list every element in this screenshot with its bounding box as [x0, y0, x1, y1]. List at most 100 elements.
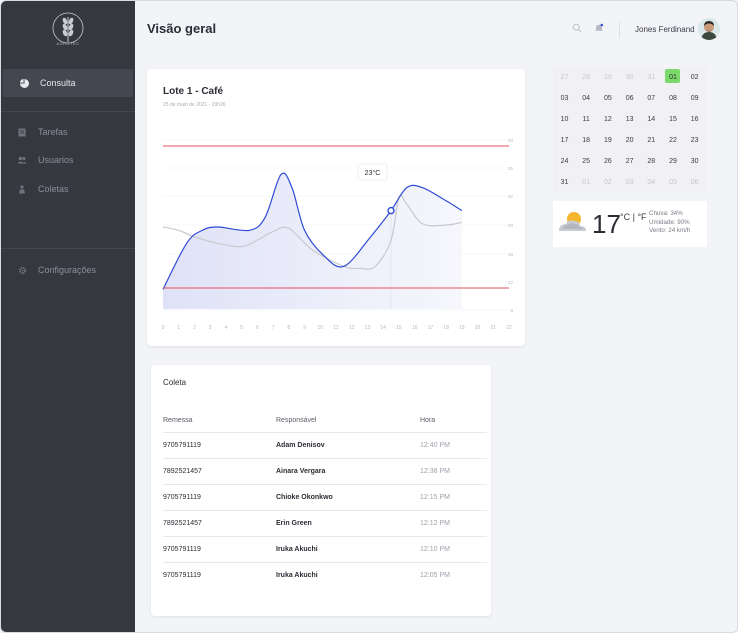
calendar-day[interactable]: 28	[576, 67, 597, 87]
x-tick-label: 10	[317, 325, 323, 331]
sidebar-item-tarefas[interactable]: Tarefas	[1, 118, 135, 146]
x-tick-label: 17	[428, 325, 434, 331]
calendar-day[interactable]: 30	[684, 151, 705, 171]
calendar-day[interactable]: 17	[554, 130, 575, 150]
column-header-hora[interactable]: Hora	[420, 417, 435, 424]
calendar-day[interactable]: 01	[576, 172, 597, 192]
cell-responsavel: Erin Green	[276, 520, 312, 527]
sidebar-item-configuracoes[interactable]: Configurações	[1, 256, 135, 284]
weather-details: Chuva: 34% Umidade: 90% Vento: 24 km/h	[649, 210, 690, 236]
calendar-day[interactable]: 27	[619, 151, 640, 171]
x-tick-label: 8	[287, 325, 290, 331]
calendar-day[interactable]: 27	[554, 67, 575, 87]
calendar-day[interactable]: 04	[641, 172, 662, 192]
y-tick-label: 16	[508, 252, 514, 257]
calendar-day[interactable]: 12	[597, 109, 618, 129]
sidebar-divider	[1, 248, 135, 249]
x-tick-label: 4	[225, 325, 228, 331]
calendar-day[interactable]: 09	[684, 88, 705, 108]
partly-cloudy-icon	[559, 212, 586, 231]
calendar-day[interactable]: 11	[576, 109, 597, 129]
calendar-day[interactable]: 18	[576, 130, 597, 150]
x-tick-label: 11	[333, 325, 338, 331]
y-tick-label: 12	[508, 280, 514, 285]
sidebar-item-label: Consulta	[40, 78, 76, 88]
column-header-remessa[interactable]: Remessa	[163, 417, 193, 424]
x-tick-label: 18	[443, 325, 449, 331]
table-row[interactable]: 9705791119 Chioke Okonkwo 12:15 PM	[163, 484, 487, 510]
calendar-day[interactable]: 05	[597, 88, 618, 108]
weather-temperature: 17	[592, 209, 621, 239]
weather-unit-toggle[interactable]: °C | °F	[620, 212, 647, 222]
cell-hora: 12:05 PM	[420, 572, 450, 579]
cell-remessa: 7892521457	[163, 520, 202, 527]
header-divider	[619, 21, 620, 38]
sidebar-item-usuarios[interactable]: Usuarios	[1, 146, 135, 174]
y-tick-label: 22	[508, 194, 514, 199]
calendar-day[interactable]: 23	[684, 130, 705, 150]
sidebar-item-label: Coletas	[38, 184, 69, 194]
x-tick-label: 12	[349, 325, 355, 331]
column-header-responsavel[interactable]: Responsável	[276, 417, 316, 424]
calendar-day[interactable]: 04	[576, 88, 597, 108]
calendar-day[interactable]: 24	[554, 151, 575, 171]
calendar-day[interactable]: 06	[619, 88, 640, 108]
page-title: Visão geral	[147, 21, 217, 36]
table-row[interactable]: 7892521457 Ainara Vergara 12:38 PM	[163, 458, 487, 484]
calendar-day[interactable]: 02	[597, 172, 618, 192]
sidebar-item-label: Usuarios	[38, 155, 74, 165]
calendar: 27 28 29 30 31 01 02 03 04 05 06 07 08 09 10 11 12 13 14 15…	[553, 67, 707, 192]
calendar-day[interactable]: 15	[663, 109, 684, 129]
calendar-day[interactable]: 21	[641, 130, 662, 150]
temperature-chart[interactable]: 33252220161280 1 2 3 4 5 6 7 8 9 10 11 12 13 14 15 16 17 1…	[147, 69, 525, 346]
calendar-day[interactable]: 07	[641, 88, 662, 108]
search-icon[interactable]	[572, 23, 582, 33]
table-row[interactable]: 9705791119 Iruka Akuchi 12:05 PM	[163, 562, 487, 588]
calendar-day[interactable]: 31	[554, 172, 575, 192]
calendar-day[interactable]: 19	[597, 130, 618, 150]
calendar-day[interactable]: 16	[684, 109, 705, 129]
calendar-day[interactable]: 05	[663, 172, 684, 192]
logo-text: AGROTEC	[56, 41, 80, 46]
calendar-day[interactable]: 25	[576, 151, 597, 171]
cell-remessa: 9705791119	[163, 494, 201, 501]
calendar-day[interactable]: 30	[619, 67, 640, 87]
weather-widget: 17 °C | °F Chuva: 34% Umidade: 90% Vento…	[553, 201, 707, 247]
user-name[interactable]: Jones Ferdinand	[635, 25, 695, 34]
calendar-day[interactable]: 10	[554, 109, 575, 129]
x-tick-label: 14	[380, 325, 386, 331]
y-tick-label: 33	[508, 138, 514, 143]
x-tick-label: 3	[209, 325, 212, 331]
table-row[interactable]: 9705791119 Iruka Akuchi 12:10 PM	[163, 536, 487, 562]
calendar-day[interactable]: 20	[619, 130, 640, 150]
calendar-day[interactable]: 28	[641, 151, 662, 171]
table-row[interactable]: 7892521457 Erin Green 12:12 PM	[163, 510, 487, 536]
bell-icon[interactable]	[594, 23, 604, 33]
calendar-day[interactable]: 13	[619, 109, 640, 129]
sidebar-item-coletas[interactable]: Coletas	[1, 175, 135, 203]
weather-rain: Chuva: 34%	[649, 210, 683, 217]
calendar-day[interactable]: 08	[663, 88, 684, 108]
calendar-day[interactable]: 03	[619, 172, 640, 192]
calendar-day[interactable]: 29	[663, 151, 684, 171]
sidebar-divider	[1, 111, 135, 112]
x-tick-label: 21	[490, 325, 496, 331]
calendar-day[interactable]: 31	[641, 67, 662, 87]
calendar-day[interactable]: 06	[684, 172, 705, 192]
calendar-day[interactable]: 22	[663, 130, 684, 150]
x-tick-label: 22	[506, 325, 512, 331]
calendar-day[interactable]: 29	[597, 67, 618, 87]
gear-icon	[17, 265, 27, 275]
weather-humidity: Umidade: 90%	[649, 218, 690, 226]
calendar-day[interactable]: 26	[597, 151, 618, 171]
calendar-day[interactable]: 02	[684, 67, 705, 87]
calendar-day[interactable]: 14	[641, 109, 662, 129]
sidebar-item-consulta[interactable]: Consulta	[3, 69, 133, 97]
cell-hora: 12:40 PM	[420, 442, 450, 449]
table-row[interactable]: 9705791119 Adam Denisov 12:40 PM	[163, 432, 487, 458]
calendar-day[interactable]: 03	[554, 88, 575, 108]
sidebar-item-label: Configurações	[38, 265, 97, 275]
calendar-day-selected[interactable]: 01	[663, 67, 684, 87]
avatar[interactable]	[698, 18, 720, 40]
cell-hora: 12:38 PM	[420, 468, 450, 475]
